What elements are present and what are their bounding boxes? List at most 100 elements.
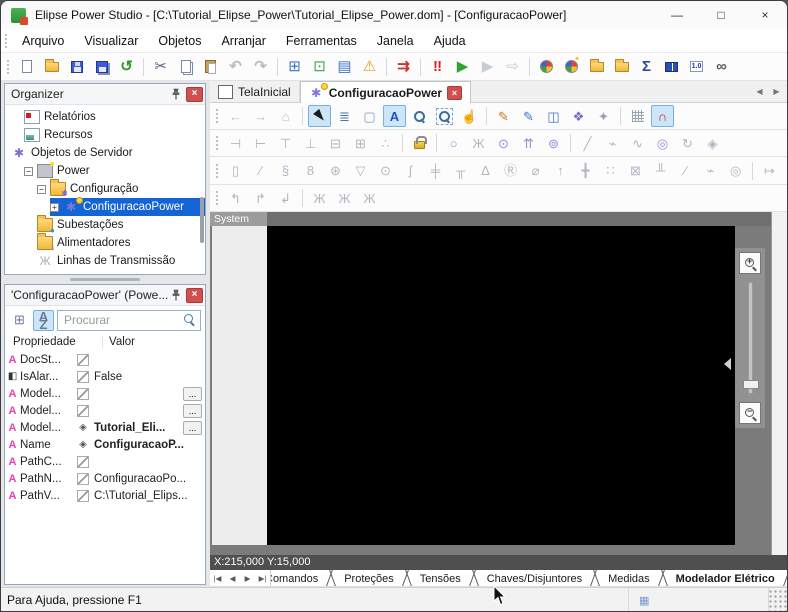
object-tree-icon[interactable]: ≣ [333,105,356,127]
menu-objetos[interactable]: Objetos [148,31,211,51]
pin-button[interactable] [168,87,184,102]
sheet-prev-button[interactable]: ◀ [225,570,240,586]
resistor-icon[interactable]: Ⓡ [499,160,522,182]
zoom-out-button[interactable] [739,402,761,424]
save-all-icon[interactable] [90,56,113,78]
tree-item-linhas-de-transmissao[interactable]: Ж Linhas de Transmissão [5,252,205,270]
screen-alarms-icon[interactable]: ✦ [592,105,615,127]
tree-item-subestacoes[interactable]: Subestações [5,216,205,234]
shrink-space-icon[interactable]: ↤ [783,160,788,182]
dc-switch-icon[interactable]: ∕ [674,160,697,182]
rotate-icon[interactable]: ↻ [676,132,699,154]
sheet-tab-medidas[interactable]: Medidas [595,570,663,586]
export-icon[interactable]: ⇉ [392,56,415,78]
tree-item-configuracaopower[interactable]: + ✱ ConfiguracaoPower [5,198,205,216]
recipes-icon[interactable]: 1.0 [685,56,708,78]
browse-button[interactable]: ... [183,421,202,435]
capacitor-icon[interactable]: ╪ [424,160,447,182]
close-button[interactable]: × [743,1,787,29]
property-row[interactable]: A Model... ... [5,402,205,419]
tree-item-recursos[interactable]: Recursos [5,126,205,144]
sheet-last-button[interactable]: ▶| [255,570,270,586]
center-node-icon[interactable]: ◈ [701,132,724,154]
show-grid-icon[interactable] [626,105,649,127]
close-panel-button[interactable]: × [186,87,203,102]
property-row[interactable]: A PathN... ConfiguracaoPo... [5,470,205,487]
doc-tab-telainicial[interactable]: TelaInicial [210,81,300,102]
doc-tab-scroll-left[interactable]: ◀ [752,84,767,99]
property-value[interactable]: Tutorial_Eli... [90,422,183,434]
home-screen-icon[interactable]: ⌂ [274,105,297,127]
search-input[interactable] [57,310,201,331]
switch-icon[interactable]: ∕ [249,160,272,182]
generation-icon[interactable]: ⇈ [517,132,540,154]
line-tool-icon[interactable]: ╱ [576,132,599,154]
tree-item-alimentadores[interactable]: Alimentadores [5,234,205,252]
minimize-button[interactable]: — [655,1,699,29]
browse-button[interactable]: ... [183,387,202,401]
doc-tab-configuracaopower[interactable]: ✱ ConfiguracaoPower × [300,81,471,103]
load-measure-icon[interactable]: ⊙ [492,132,515,154]
ring-icon[interactable]: ◎ [724,160,747,182]
menu-ajuda[interactable]: Ajuda [424,31,476,51]
column-valor[interactable]: Valor [103,336,205,348]
property-row[interactable]: A DocSt... [5,351,205,368]
search-domain-icon[interactable] [585,56,608,78]
transformer3-icon[interactable]: ⊛ [324,160,347,182]
switch-state3-icon[interactable]: ↲ [274,187,297,209]
tree-expander-icon[interactable]: − [37,185,46,194]
menu-arquivo[interactable]: Arquivo [12,31,74,51]
edit-points-icon[interactable]: ✎ [492,105,515,127]
tree-item-power[interactable]: − Power [5,162,205,180]
appbrowser-icon[interactable] [535,56,558,78]
menu-arranjar[interactable]: Arranjar [211,31,275,51]
property-value[interactable]: False [90,371,205,383]
maximize-button[interactable]: □ [699,1,743,29]
menu-ferramentas[interactable]: Ferramentas [276,31,367,51]
save-icon[interactable] [65,56,88,78]
tree-item-objetos-de-servidor[interactable]: ✱ Objetos de Servidor [5,144,205,162]
cut-icon[interactable]: ✂ [149,56,172,78]
center-horizontal-icon[interactable]: ⊞ [349,132,372,154]
tree-item-configuracao[interactable]: − Configuração [5,180,205,198]
screen-canvas[interactable] [267,226,735,545]
copy-icon[interactable] [174,56,197,78]
menu-janela[interactable]: Janela [367,31,424,51]
sheet-next-button[interactable]: ▶ [240,570,255,586]
run-icon[interactable]: ▶ [451,56,474,78]
import-screen-icon[interactable]: ⊡ [308,56,331,78]
align-right-icon[interactable]: ⊢ [249,132,272,154]
navigate-forward-icon[interactable]: → [249,105,272,127]
tower-left-icon[interactable]: Ж [358,187,381,209]
property-value[interactable]: ConfiguracaoPo... [90,473,205,485]
center-vertical-icon[interactable]: ⊟ [324,132,347,154]
sheet-tab-chaves-disjuntores[interactable]: Chaves/Disjuntores [474,570,595,586]
connection-node-icon[interactable]: ○ [442,132,465,154]
scrollbar-thumb[interactable] [200,197,204,243]
resize-grip[interactable] [769,588,787,611]
formulas-icon[interactable]: Σ [635,56,658,78]
browse-button[interactable]: ... [183,404,202,418]
navigate-back-icon[interactable]: ← [224,105,247,127]
tee-node-icon[interactable]: ╋ [574,160,597,182]
tree-expander-icon[interactable]: − [24,167,33,176]
menu-visualizar[interactable]: Visualizar [74,31,148,51]
busbar-node-icon[interactable]: ◎ [651,132,674,154]
collapse-panel-icon[interactable] [724,358,731,370]
clock-measure-icon[interactable]: ⊚ [542,132,565,154]
property-row[interactable]: ◧ IsAlar... False [5,368,205,385]
property-row[interactable]: A PathC... [5,453,205,470]
new-screen-icon[interactable]: ❖ [567,105,590,127]
generator-icon[interactable]: ⊙ [374,160,397,182]
zoom-tool-icon[interactable] [408,105,431,127]
switch-state1-icon[interactable]: ↰ [224,187,247,209]
sheet-first-button[interactable]: |◀ [210,570,225,586]
sheet-tab-modelador-eletrico[interactable]: Modelador Elétrico [663,570,787,586]
delta-generator-icon[interactable]: ∆ [474,160,497,182]
tower-icon[interactable]: Ж [467,132,490,154]
toolbar-grip[interactable] [215,135,219,151]
zoom-region-icon[interactable] [433,105,456,127]
busbar2-icon[interactable]: ╨ [649,160,672,182]
gallery-icon[interactable]: ▤ [333,56,356,78]
toolbar-grip[interactable] [6,59,10,75]
